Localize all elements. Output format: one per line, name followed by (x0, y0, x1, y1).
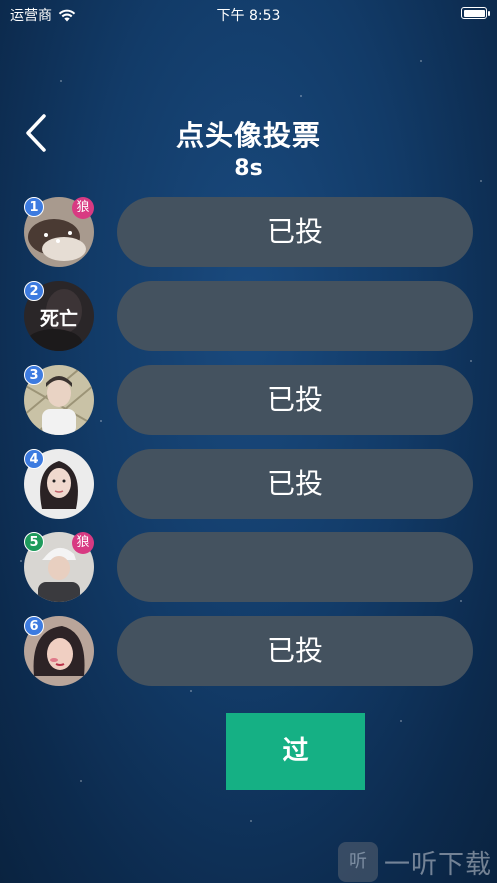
vote-button-4[interactable]: 已投 (117, 449, 473, 519)
player-row-5: 5 狼 (0, 532, 497, 602)
player-row-2: 死亡 2 (0, 281, 497, 351)
vote-button-1[interactable]: 已投 (117, 197, 473, 267)
player-row-1: 1 狼 已投 (0, 197, 497, 267)
player-number-badge: 1 (24, 197, 44, 217)
player-number-badge: 6 (24, 616, 44, 636)
battery-icon (461, 7, 490, 19)
player-number-badge: 4 (24, 449, 44, 469)
watermark-text: 一听下载 (384, 849, 493, 880)
player-number-badge: 3 (24, 365, 44, 385)
watermark: 听 一听下载 (338, 842, 492, 882)
vote-button-5[interactable] (117, 532, 473, 602)
player-row-4: 4 已投 (0, 449, 497, 519)
vote-button-2[interactable] (117, 281, 473, 351)
countdown-timer: 8s (234, 156, 263, 181)
player-number-badge: 2 (24, 281, 44, 301)
clock: 下午 8:53 (216, 8, 281, 24)
dead-status-label: 死亡 (39, 308, 78, 330)
pass-button[interactable]: 过 (226, 713, 365, 790)
player-number-badge: 5 (24, 532, 44, 552)
vote-button-6[interactable]: 已投 (117, 616, 473, 686)
page-title: 点头像投票 (175, 119, 321, 152)
status-bar: 运营商 下午 8:53 (0, 0, 497, 26)
player-row-6: 6 已投 (0, 616, 497, 686)
wolf-role-badge: 狼 (72, 532, 94, 554)
player-row-3: 3 已投 (0, 365, 497, 435)
vote-button-3[interactable]: 已投 (117, 365, 473, 435)
watermark-logo-icon: 听 (338, 842, 378, 882)
wolf-role-badge: 狼 (72, 197, 94, 219)
